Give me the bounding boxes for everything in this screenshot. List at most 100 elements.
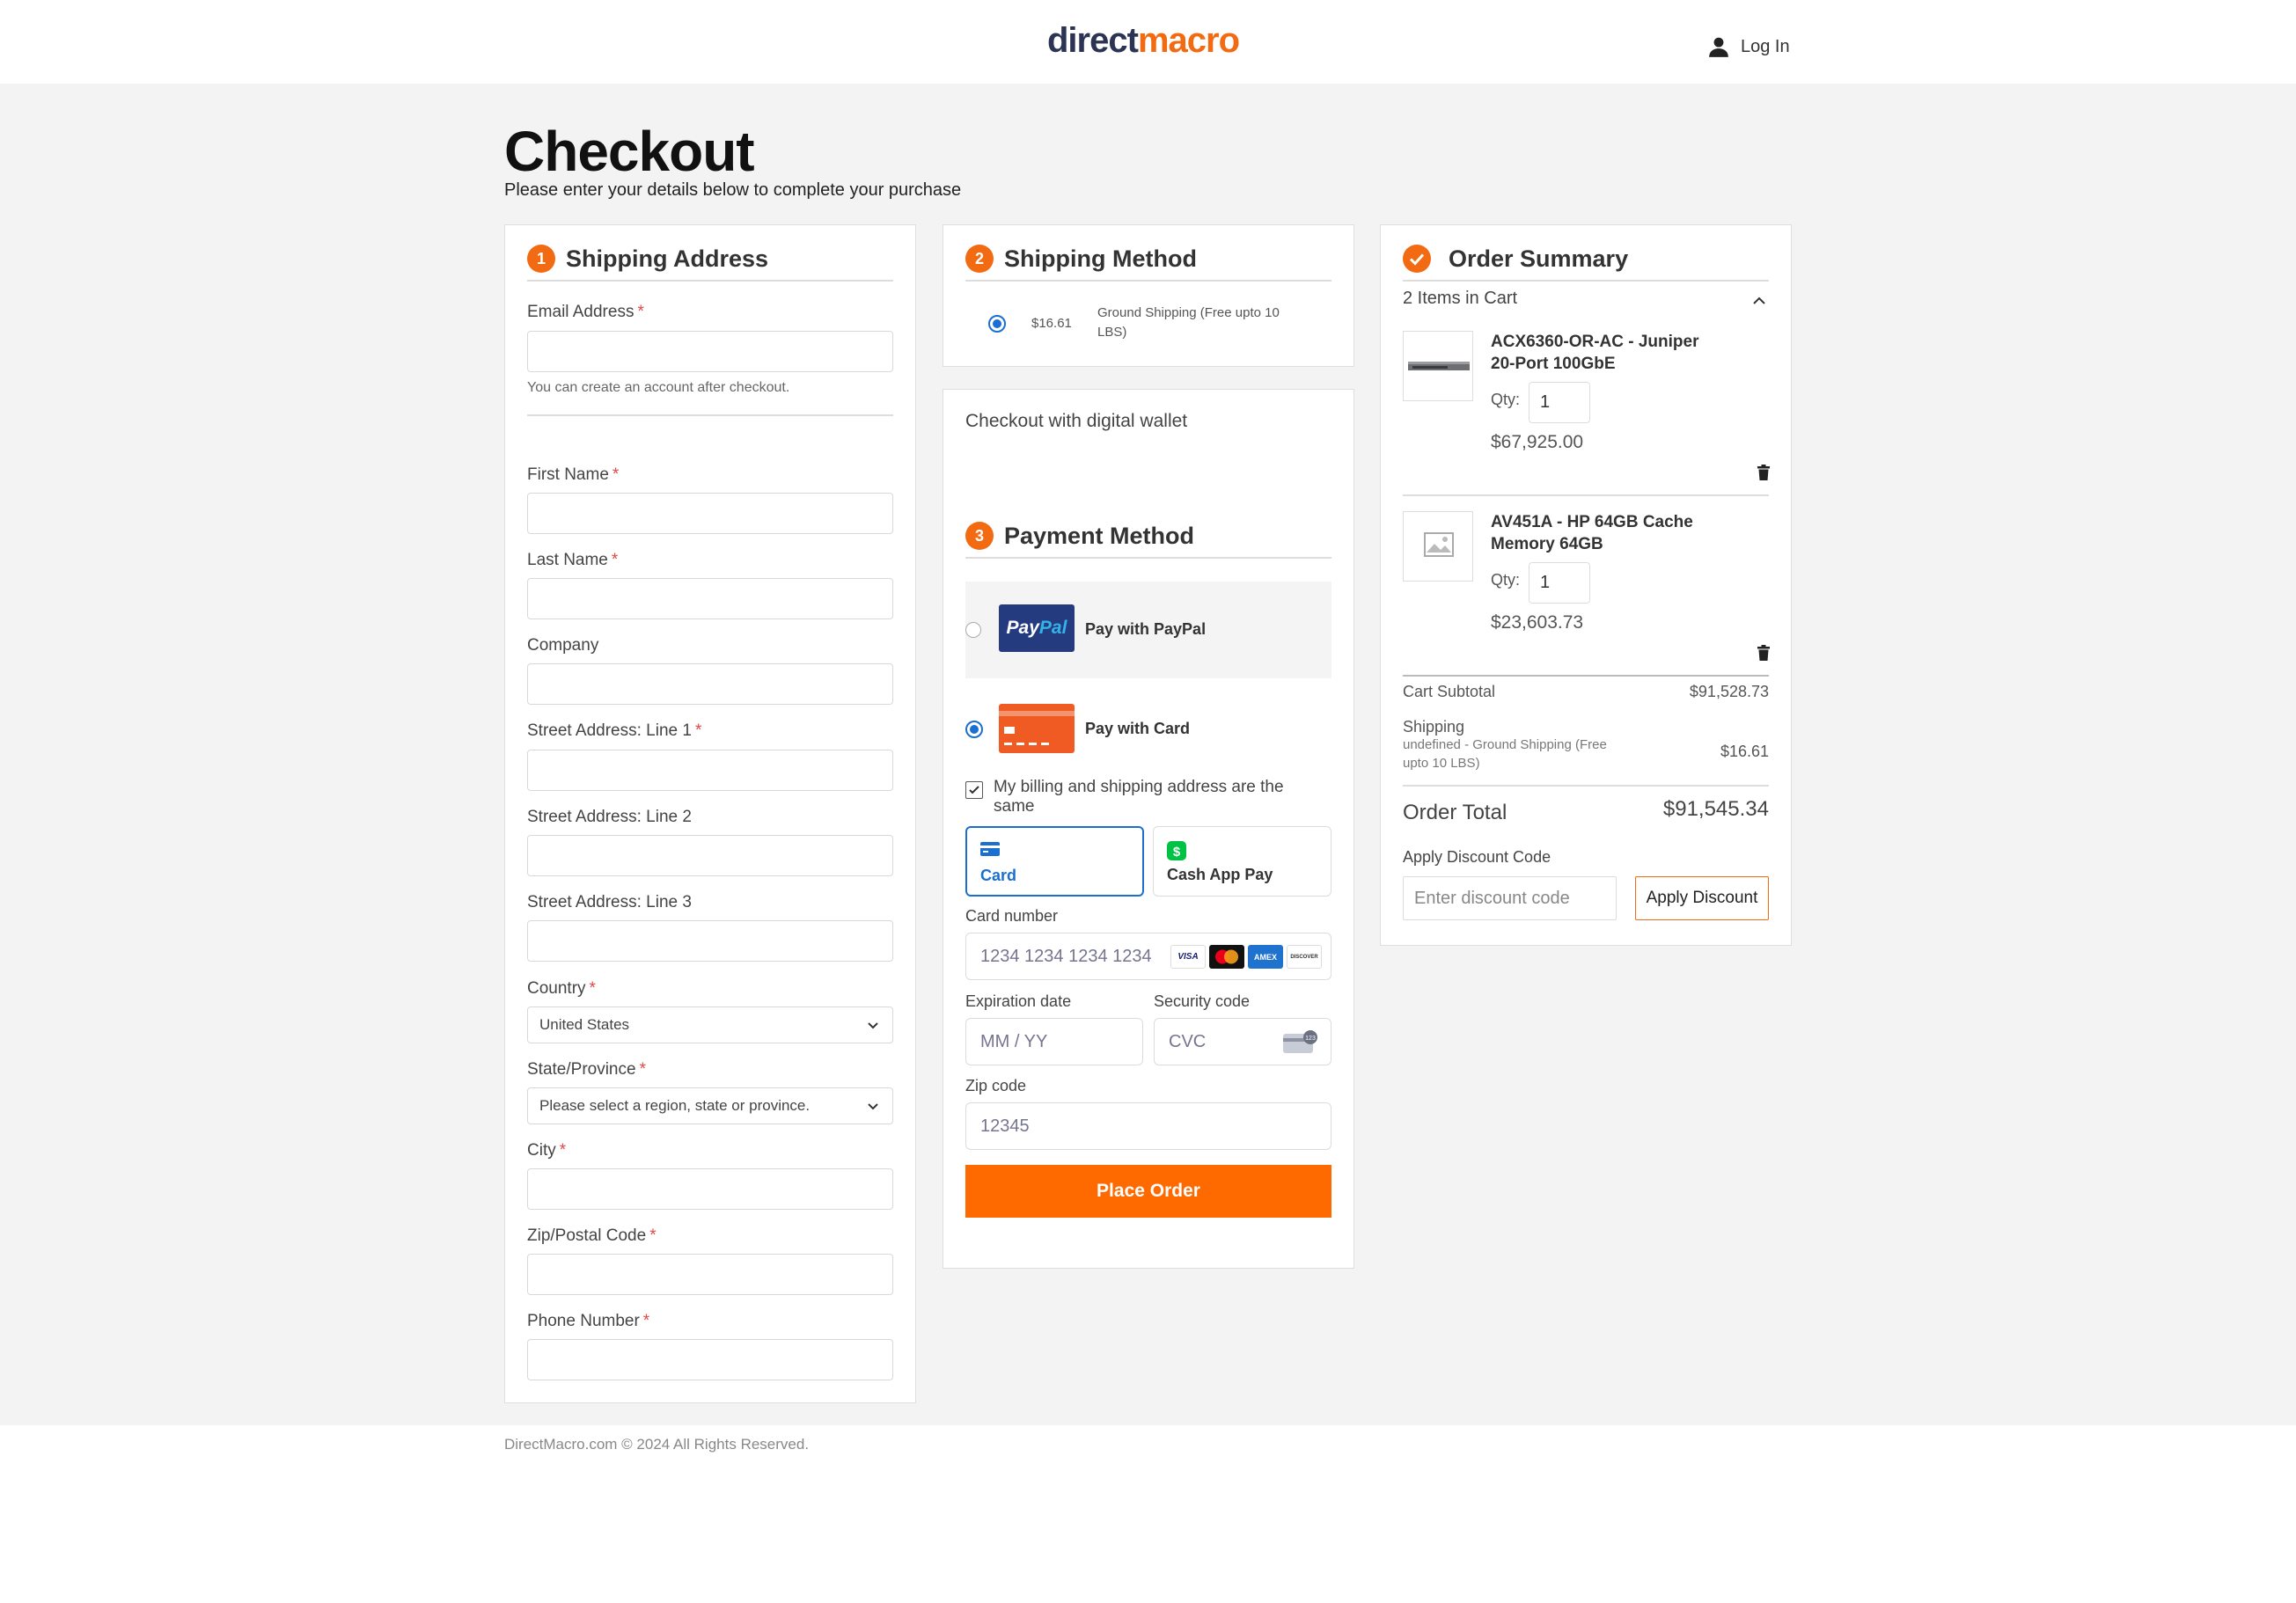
state-value: Please select a region, state or provinc… [539,1097,811,1114]
zip-field[interactable] [527,1254,893,1295]
phone-field[interactable] [527,1339,893,1380]
phone-label: Phone Number * [527,1312,649,1331]
credit-card-icon [999,704,1075,753]
product-price: $67,925.00 [1491,432,1584,452]
email-label-text: Email Address [527,303,635,321]
last-name-field[interactable] [527,578,893,619]
product-image[interactable] [1403,331,1473,401]
chevron-up-icon[interactable] [1751,293,1767,309]
shipping-option-price: $16.61 [1031,316,1072,331]
step-number: 1 [527,245,555,273]
paypal-option[interactable]: Pay Pal Pay with PayPal [965,582,1331,678]
card-option[interactable]: Pay with Card [965,702,1331,755]
login-label: Log In [1741,36,1790,56]
zip-code-input[interactable]: 12345 [965,1102,1331,1150]
company-field[interactable] [527,663,893,705]
subtotal-value: $91,528.73 [1689,683,1769,700]
qty-input[interactable]: 1 [1529,382,1590,423]
cvc-input[interactable]: CVC 123 [1154,1018,1331,1065]
login-link[interactable]: Log In [1707,35,1790,58]
country-select[interactable]: United States [527,1006,893,1043]
network-switch-image [1408,362,1470,370]
same-address-label: My billing and shipping address are the … [994,778,1284,816]
cvc-card-icon: 123 [1283,1030,1317,1053]
step-number: 2 [965,245,994,273]
image-placeholder-icon [1424,532,1454,557]
first-name-field[interactable] [527,493,893,534]
mastercard-icon [1209,945,1244,969]
qty-input[interactable]: 1 [1529,562,1590,604]
street2-field[interactable] [527,835,893,876]
street1-label-text: Street Address: Line 1 [527,721,692,740]
divider [1403,785,1769,787]
discount-placeholder: Enter discount code [1414,888,1570,908]
state-select[interactable]: Please select a region, state or provinc… [527,1087,893,1124]
shipping-option-radio[interactable] [988,315,1006,333]
order-summary-header: Order Summary [1403,245,1628,273]
card-radio[interactable] [965,721,983,738]
chevron-down-icon [868,1103,878,1110]
required-mark: * [589,979,596,998]
page-subtitle: Please enter your details below to compl… [504,180,962,200]
phone-label-text: Phone Number [527,1312,640,1330]
discount-code-input[interactable]: Enter discount code [1403,876,1617,920]
street3-field[interactable] [527,920,893,962]
shipping-address-header: 1 Shipping Address [527,245,768,273]
product-name-line2: Memory 64GB [1491,535,1603,553]
product-image[interactable] [1403,511,1473,582]
digital-wallet-label: Checkout with digital wallet [965,411,1188,431]
first-name-label-text: First Name [527,465,609,484]
divider [527,414,893,416]
city-field[interactable] [527,1168,893,1210]
items-count: 2 Items in Cart [1403,289,1518,308]
expiry-label: Expiration date [965,992,1072,1010]
country-value: United States [539,1016,630,1033]
subtotal-label: Cart Subtotal [1403,683,1496,700]
required-mark: * [649,1226,657,1245]
shipping-label: Shipping [1403,718,1465,736]
footer-copyright: DirectMacro.com © 2024 All Rights Reserv… [504,1436,810,1453]
apply-discount-button[interactable]: Apply Discount [1635,876,1769,920]
shipping-value: $16.61 [1720,743,1769,760]
paypal-radio[interactable] [965,622,981,638]
step-number: 3 [965,522,994,550]
product-name[interactable]: AV451A - HP 64GB Cache Memory 64GB [1491,511,1693,555]
street1-label: Street Address: Line 1 * [527,721,701,741]
cash-app-icon: $ [1167,841,1186,860]
email-label: Email Address * [527,303,644,322]
shipping-desc-line1: undefined - Ground Shipping (Free [1403,737,1607,752]
place-order-button[interactable]: Place Order [965,1165,1331,1218]
section-title: Order Summary [1449,245,1629,272]
product-price: $23,603.73 [1491,612,1584,633]
trash-icon[interactable] [1757,645,1771,661]
required-mark: * [637,303,644,321]
expiry-input[interactable]: MM / YY [965,1018,1143,1065]
trash-icon[interactable] [1757,465,1771,480]
email-help-text: You can create an account after checkout… [527,380,790,395]
zip-code-placeholder: 12345 [980,1116,1030,1136]
last-name-label: Last Name * [527,551,618,570]
user-icon [1709,37,1728,57]
shipping-desc: undefined - Ground Shipping (Free upto 1… [1403,736,1607,772]
site-logo[interactable]: directmacro [1047,21,1240,61]
tab-cash-app-pay[interactable]: $ Cash App Pay [1153,826,1331,897]
checkout-main: Checkout Please enter your details below… [0,84,2296,1425]
required-mark: * [559,1141,567,1160]
zip-code-label: Zip code [965,1077,1027,1094]
order-total-value: $91,545.34 [1662,797,1769,821]
required-mark: * [639,1060,646,1079]
paypal-label: Pay with PayPal [1085,620,1207,638]
street1-field[interactable] [527,750,893,791]
amex-icon: AMEX [1248,945,1283,969]
required-mark: * [612,465,620,484]
tab-card[interactable]: Card [965,826,1144,897]
email-field[interactable] [527,331,893,372]
company-label: Company [527,636,599,655]
card-number-input[interactable]: 1234 1234 1234 1234 VISA AMEX DISCOVER [965,933,1331,980]
same-address-checkbox[interactable] [965,781,983,799]
divider [527,280,893,282]
product-name-line2: 20-Port 100GbE [1491,355,1616,373]
cvc-placeholder: CVC [1169,1031,1207,1051]
product-name-line1: ACX6360-OR-AC - Juniper [1491,333,1699,351]
product-name[interactable]: ACX6360-OR-AC - Juniper 20-Port 100GbE [1491,331,1699,375]
